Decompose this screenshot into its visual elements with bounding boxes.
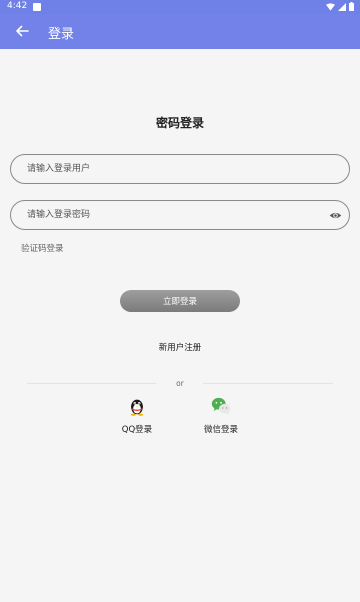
username-field [10,154,350,184]
username-input[interactable] [27,161,317,177]
login-button[interactable]: 立即登录 [120,290,240,312]
page-title: 密码登录 [155,116,204,130]
qq-login-button[interactable]: QQ登录 [107,395,167,435]
sms-login-link[interactable]: 验证码登录 [21,242,64,254]
qq-login-label: QQ登录 [121,425,153,435]
register-link: 新用户注册 [0,341,360,353]
password-input[interactable] [27,207,317,223]
divider-right [203,383,333,384]
status-bar: 4:42 [0,0,360,14]
wechat-icon [211,397,231,415]
wifi-icon [326,2,335,11]
back-arrow-icon[interactable] [14,23,30,39]
signal-icon [338,2,346,11]
qq-icon [130,399,144,416]
status-icons [326,2,354,11]
status-time: 4:42 [7,1,28,11]
battery-icon [349,2,354,11]
app-bar-title: 登录 [48,27,75,42]
app-bar: 登录 [0,14,360,49]
eye-icon[interactable] [329,209,342,222]
wechat-login-button[interactable]: 微信登录 [191,395,251,435]
wechat-login-label: 微信登录 [203,425,238,435]
notification-icon [33,3,41,11]
register-link-text[interactable]: 新用户注册 [159,343,202,353]
password-field [10,200,350,230]
